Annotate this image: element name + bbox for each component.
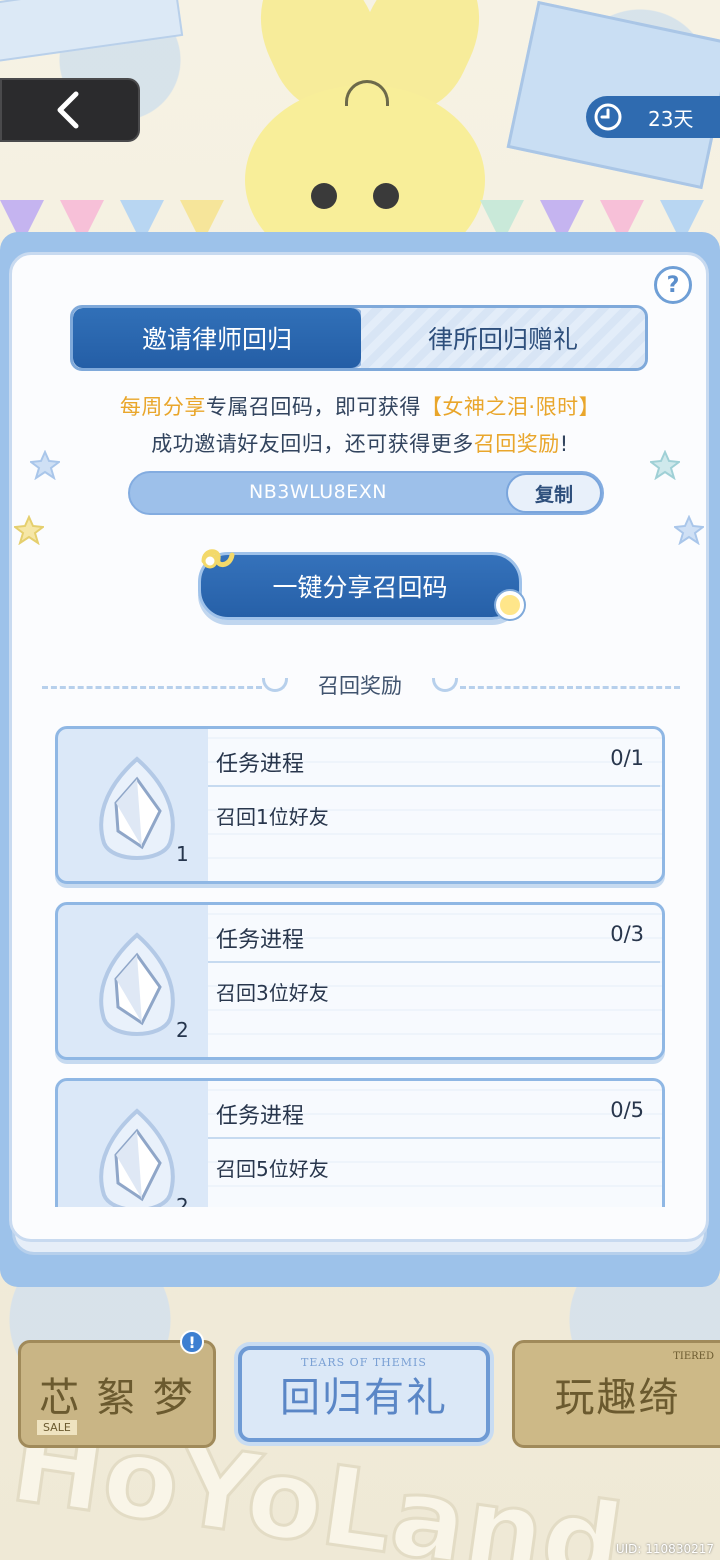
nav-card-sub: SALE	[37, 1420, 77, 1435]
copy-button[interactable]: 复制	[506, 473, 602, 513]
timer-days: 23天	[648, 106, 694, 131]
nav-card-sub: TEARS OF THEMIS	[301, 1356, 427, 1369]
task-description: 召回5位好友	[216, 1157, 329, 1181]
nav-card-shop[interactable]: 芯 絮 梦 SALE	[18, 1340, 216, 1448]
back-button[interactable]	[0, 78, 140, 142]
share-gem-icon	[496, 591, 524, 619]
event-timer: 23天	[586, 96, 720, 138]
help-icon: ?	[666, 272, 680, 298]
tab-return-gift[interactable]: 律所回归赠礼	[361, 308, 645, 368]
reward-card[interactable]: 2 任务进程 0/5 召回5位好友	[55, 1078, 665, 1207]
section-title: 召回奖励	[318, 674, 402, 698]
nav-card-return-gift[interactable]: TEARS OF THEMIS 回归有礼	[238, 1346, 490, 1442]
card-divider	[208, 785, 660, 787]
reward-quantity: 1	[176, 842, 189, 866]
task-description: 召回3位好友	[216, 981, 329, 1005]
share-code-button[interactable]: 一键分享召回码	[198, 552, 522, 620]
star-decor-icon	[674, 515, 704, 545]
reward-card[interactable]: 1 任务进程 0/1 召回1位好友	[55, 726, 665, 884]
share-button-label: 一键分享召回码	[272, 573, 448, 602]
info-highlight: 召回奖励	[473, 432, 560, 456]
info-line-1: 每周分享专属召回码，即可获得【女神之泪·限时】	[0, 391, 720, 421]
nav-card-fun[interactable]: TIERED 玩趣绮	[512, 1340, 720, 1448]
ribbon-icon	[201, 549, 235, 569]
reward-list[interactable]: 1 任务进程 0/1 召回1位好友 2 任务进程 0/3 召回3位好友 2 任务…	[9, 722, 709, 1207]
reward-card[interactable]: 2 任务进程 0/3 召回3位好友	[55, 902, 665, 1060]
user-id: UID: 110830217	[615, 1542, 714, 1556]
tab-bar: 邀请律师回归 律所回归赠礼	[70, 305, 648, 371]
info-highlight: 每周分享	[119, 395, 206, 419]
info-highlight: 【女神之泪·限时】	[420, 395, 601, 419]
task-progress: 0/3	[610, 922, 644, 946]
info-text: 成功邀请好友回归，还可获得更多	[151, 432, 474, 456]
nav-card-label: 芯 絮 梦	[39, 1375, 195, 1421]
info-line-2: 成功邀请好友回归，还可获得更多召回奖励!	[0, 428, 720, 458]
task-progress: 0/1	[610, 746, 644, 770]
clock-icon	[594, 103, 622, 131]
recall-code: NB3WLU8EXN	[249, 481, 387, 503]
star-decor-icon	[14, 515, 44, 545]
task-progress: 0/5	[610, 1098, 644, 1122]
task-description: 召回1位好友	[216, 805, 329, 829]
reward-quantity: 2	[176, 1018, 189, 1042]
task-title: 任务进程	[216, 752, 305, 777]
task-title: 任务进程	[216, 928, 305, 953]
divider	[460, 686, 680, 689]
gem-icon	[99, 1108, 175, 1207]
back-arrow-icon	[57, 91, 79, 129]
nav-card-label: 玩趣绮	[554, 1375, 681, 1421]
notification-badge: !	[180, 1330, 204, 1354]
help-button[interactable]: ?	[654, 266, 692, 304]
tab-invite-lawyer[interactable]: 邀请律师回归	[73, 308, 361, 368]
task-title: 任务进程	[216, 1104, 305, 1129]
card-divider	[208, 961, 660, 963]
card-divider	[208, 1137, 660, 1139]
info-text: 专属召回码，即可获得	[205, 395, 421, 419]
nav-card-sub: TIERED	[673, 1351, 714, 1362]
nav-card-label: 回归有礼	[280, 1375, 448, 1421]
info-text: !	[559, 432, 569, 456]
reward-quantity: 2	[176, 1194, 189, 1207]
